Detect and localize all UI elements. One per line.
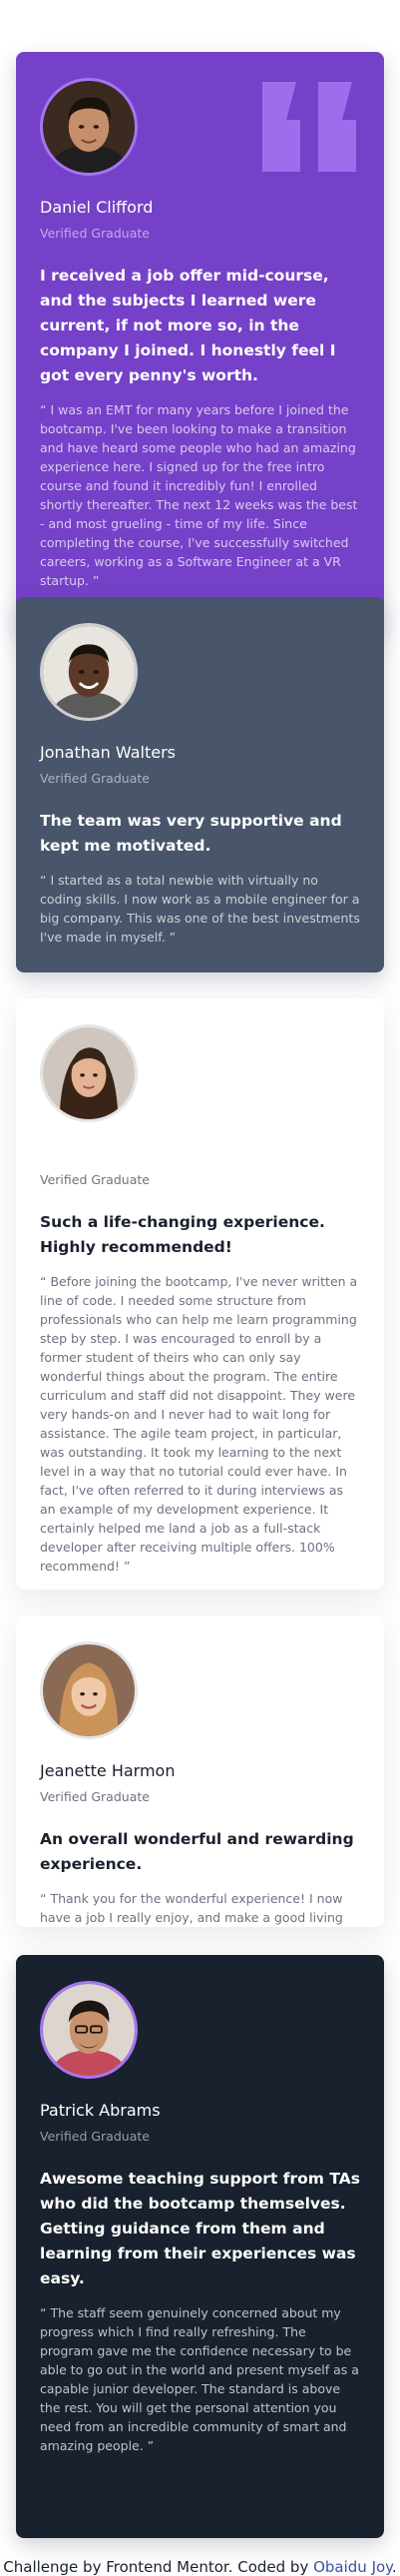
avatar	[40, 1024, 138, 1122]
testimonial-name: Jonathan Walters	[40, 743, 176, 762]
avatar-photo-icon	[43, 1984, 135, 2076]
testimonial-quote: “ Before joining the bootcamp, I've neve…	[40, 1274, 358, 1574]
avatar	[40, 623, 138, 721]
avatar	[40, 1641, 138, 1739]
attribution-prefix: Challenge by Frontend Mentor. Coded by	[3, 2558, 314, 2576]
testimonial-role: Verified Graduate	[40, 2129, 150, 2144]
testimonial-role: Verified Graduate	[40, 226, 150, 241]
quotation-mark-icon	[262, 82, 356, 172]
testimonial-card-daniel: Daniel Clifford Verified Graduate I rece…	[16, 52, 384, 635]
avatar-photo-icon	[43, 1644, 135, 1736]
testimonial-card-jonathan: Jonathan Walters Verified Graduate The t…	[16, 597, 384, 972]
testimonial-role: Verified Graduate	[40, 1789, 150, 1804]
testimonial-quote: “ I started as a total newbie with virtu…	[40, 873, 360, 945]
testimonial-quote: “ Thank you for the wonderful experience…	[40, 1891, 343, 1925]
testimonial-headline: Awesome teaching support from TAs who di…	[40, 2170, 360, 2287]
testimonial-card-unnamed: Verified Graduate Such a life-changing e…	[16, 998, 384, 1590]
testimonial-headline: Such a life-changing experience. Highly …	[40, 1213, 325, 1256]
testimonial-name: Daniel Clifford	[40, 198, 154, 217]
testimonial-name: Jeanette Harmon	[40, 1761, 176, 1780]
avatar-photo-icon	[43, 81, 135, 173]
testimonial-card-jeanette: Jeanette Harmon Verified Graduate An ove…	[16, 1615, 384, 1927]
avatar-photo-icon	[43, 1027, 135, 1119]
avatar	[40, 78, 138, 176]
testimonial-role: Verified Graduate	[40, 771, 150, 786]
testimonial-headline: The team was very supportive and kept me…	[40, 812, 342, 855]
attribution: Challenge by Frontend Mentor. Coded by O…	[0, 2558, 400, 2576]
testimonial-headline: An overall wonderful and rewarding exper…	[40, 1830, 354, 1873]
testimonial-role: Verified Graduate	[40, 1172, 150, 1187]
testimonial-name	[40, 1144, 360, 1164]
avatar	[40, 1981, 138, 2079]
testimonial-card-patrick: Patrick Abrams Verified Graduate Awesome…	[16, 1955, 384, 2538]
testimonial-headline: I received a job offer mid-course, and t…	[40, 267, 336, 384]
avatar-photo-icon	[43, 626, 135, 718]
testimonial-name: Patrick Abrams	[40, 2101, 161, 2120]
testimonial-quote: “ The staff seem genuinely concerned abo…	[40, 2305, 359, 2453]
author-link[interactable]: Obaidu Joy	[313, 2558, 392, 2576]
testimonial-quote: “ I was an EMT for many years before I j…	[40, 402, 358, 588]
attribution-suffix: .	[391, 2558, 397, 2576]
